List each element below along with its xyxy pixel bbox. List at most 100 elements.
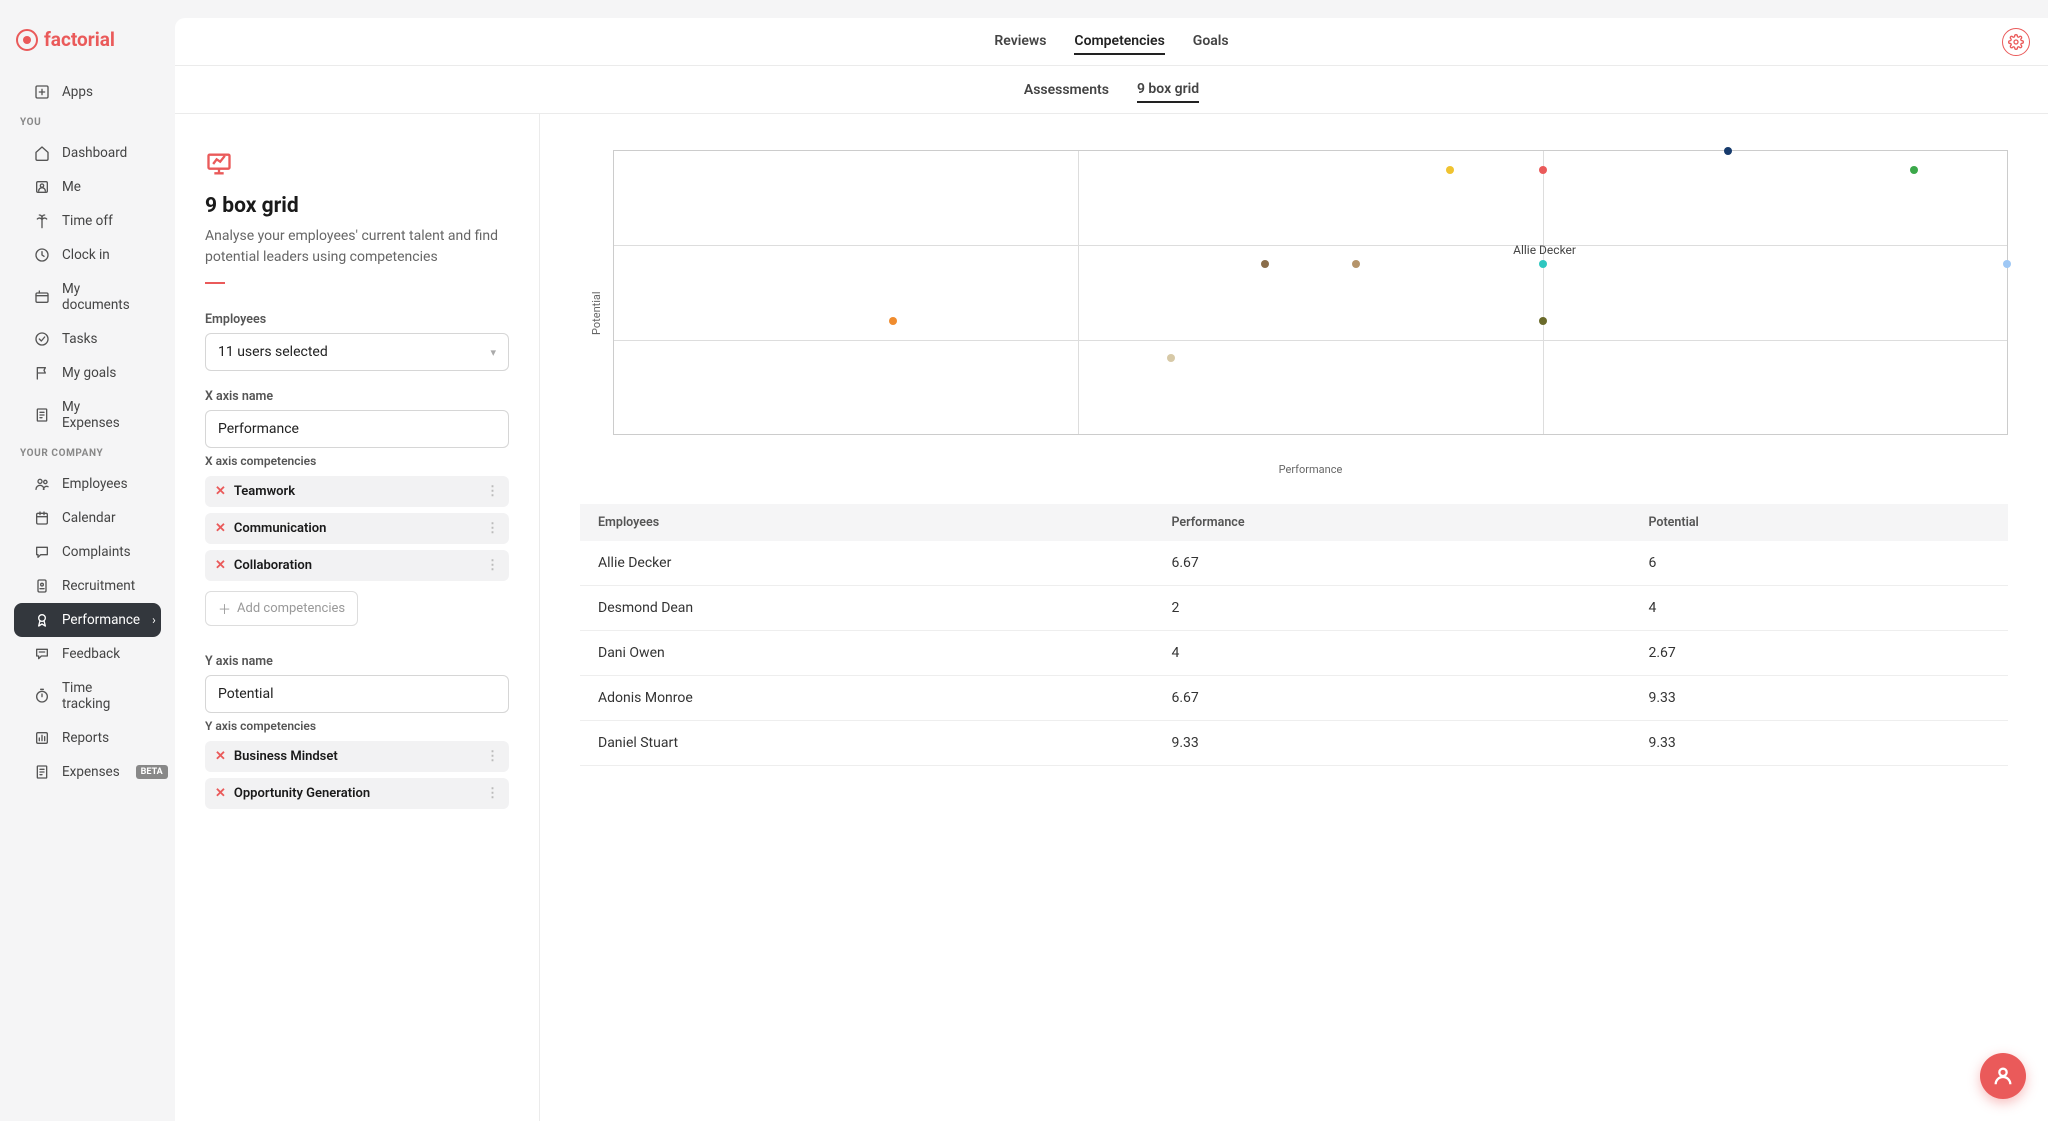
page-description: Analyse your employees' current talent a…: [205, 226, 509, 268]
brand-logo[interactable]: factorial: [0, 28, 175, 75]
chart-data-point[interactable]: [1539, 317, 1547, 325]
chart-data-point[interactable]: [1167, 354, 1175, 362]
check-icon: [34, 331, 50, 347]
y-axis-label: Potential: [580, 150, 613, 476]
drag-handle-icon[interactable]: ⋮: [486, 521, 499, 536]
add-x-competency-button[interactable]: ＋Add competencies: [205, 591, 358, 626]
top-tabs: Reviews Competencies Goals: [994, 29, 1228, 55]
badge-icon: [34, 578, 50, 594]
sidebar-item-me[interactable]: Me: [14, 170, 161, 204]
x-competency-chip: ✕Collaboration⋮: [205, 550, 509, 581]
remove-competency-icon[interactable]: ✕: [215, 484, 226, 499]
sidebar-item-time-tracking[interactable]: Time tracking: [14, 671, 161, 721]
y-competency-chip: ✕Opportunity Generation⋮: [205, 778, 509, 809]
sidebar-apps[interactable]: Apps: [14, 75, 161, 109]
chart-data-point[interactable]: [1539, 166, 1547, 174]
employees-select[interactable]: 11 users selected: [205, 333, 509, 371]
sidebar-item-clock-in[interactable]: Clock in: [14, 238, 161, 272]
chart-panel: Potential Allie Decker Performance Emplo…: [540, 114, 2048, 1121]
scatter-chart[interactable]: Allie Decker: [613, 150, 2008, 435]
sidebar: factorial Apps YOU DashboardMeTime offCl…: [0, 0, 175, 1121]
remove-competency-icon[interactable]: ✕: [215, 749, 226, 764]
sidebar-item-expenses[interactable]: ExpensesBETA: [14, 755, 161, 789]
chat-icon: [34, 544, 50, 560]
section-you-header: YOU: [0, 109, 175, 136]
chart-data-point[interactable]: [1724, 147, 1732, 155]
medal-icon: [34, 612, 50, 628]
sidebar-item-feedback[interactable]: Feedback: [14, 637, 161, 671]
report-icon: [34, 730, 50, 746]
section-company-header: YOUR COMPANY: [0, 440, 175, 467]
receipt-icon: [34, 764, 50, 780]
chart-point-label: Allie Decker: [1513, 243, 1576, 257]
top-tab-competencies[interactable]: Competencies: [1074, 29, 1164, 55]
brand-name: factorial: [44, 28, 115, 51]
x-competency-chip: ✕Teamwork⋮: [205, 476, 509, 507]
sidebar-item-complaints[interactable]: Complaints: [14, 535, 161, 569]
results-table: EmployeesPerformancePotential Allie Deck…: [580, 504, 2008, 766]
x-axis-name-input[interactable]: [205, 410, 509, 448]
apps-icon: [34, 84, 50, 100]
y-competency-chip: ✕Business Mindset⋮: [205, 741, 509, 772]
y-axis-name-label: Y axis name: [205, 654, 509, 669]
x-comp-label: X axis competencies: [205, 454, 509, 468]
person-icon: [1992, 1065, 2014, 1087]
clock-icon: [34, 247, 50, 263]
sub-tab-assessments[interactable]: Assessments: [1024, 78, 1109, 102]
sidebar-item-my-expenses[interactable]: My Expenses: [14, 390, 161, 440]
chart-data-point[interactable]: [1539, 260, 1547, 268]
folder-icon: [34, 289, 50, 305]
table-row[interactable]: Allie Decker6.676: [580, 541, 2008, 586]
top-bar: Reviews Competencies Goals: [175, 18, 2048, 66]
people-icon: [34, 476, 50, 492]
speech-icon: [34, 646, 50, 662]
table-row[interactable]: Daniel Stuart9.339.33: [580, 721, 2008, 766]
top-tab-reviews[interactable]: Reviews: [994, 29, 1046, 55]
beta-badge: BETA: [136, 765, 168, 779]
remove-competency-icon[interactable]: ✕: [215, 786, 226, 801]
drag-handle-icon[interactable]: ⋮: [486, 484, 499, 499]
sub-tab-9-box-grid[interactable]: 9 box grid: [1137, 77, 1199, 103]
y-axis-name-input[interactable]: [205, 675, 509, 713]
main-panel: Reviews Competencies Goals Assessments 9 bo…: [175, 18, 2048, 1121]
sidebar-item-recruitment[interactable]: Recruitment: [14, 569, 161, 603]
help-fab[interactable]: [1980, 1053, 2026, 1099]
remove-competency-icon[interactable]: ✕: [215, 521, 226, 536]
drag-handle-icon[interactable]: ⋮: [486, 558, 499, 573]
remove-competency-icon[interactable]: ✕: [215, 558, 226, 573]
home-icon: [34, 145, 50, 161]
sidebar-item-time-off[interactable]: Time off: [14, 204, 161, 238]
sidebar-item-reports[interactable]: Reports: [14, 721, 161, 755]
plus-icon: ＋: [218, 599, 231, 618]
sidebar-item-performance[interactable]: Performance›: [14, 603, 161, 637]
chart-data-point[interactable]: [1261, 260, 1269, 268]
employees-label: Employees: [205, 312, 509, 327]
drag-handle-icon[interactable]: ⋮: [486, 786, 499, 801]
chart-data-point[interactable]: [1446, 166, 1454, 174]
top-tab-goals[interactable]: Goals: [1193, 29, 1229, 55]
sidebar-item-employees[interactable]: Employees: [14, 467, 161, 501]
presentation-icon: [205, 150, 233, 178]
table-row[interactable]: Desmond Dean24: [580, 586, 2008, 631]
table-header: Performance: [1153, 504, 1630, 541]
accent-divider: [205, 282, 225, 284]
table-row[interactable]: Dani Owen42.67: [580, 631, 2008, 676]
gear-icon: [2008, 34, 2024, 50]
sidebar-item-my-documents[interactable]: My documents: [14, 272, 161, 322]
sidebar-item-tasks[interactable]: Tasks: [14, 322, 161, 356]
sidebar-item-my-goals[interactable]: My goals: [14, 356, 161, 390]
page-title: 9 box grid: [205, 194, 509, 218]
chart-data-point[interactable]: [1352, 260, 1360, 268]
calendar-icon: [34, 510, 50, 526]
chart-data-point[interactable]: [1910, 166, 1918, 174]
table-header: Potential: [1630, 504, 2008, 541]
user-icon: [34, 179, 50, 195]
drag-handle-icon[interactable]: ⋮: [486, 749, 499, 764]
chart-data-point[interactable]: [889, 317, 897, 325]
settings-button[interactable]: [2002, 28, 2030, 56]
chart-data-point[interactable]: [2003, 260, 2011, 268]
sidebar-item-calendar[interactable]: Calendar: [14, 501, 161, 535]
table-row[interactable]: Adonis Monroe6.679.33: [580, 676, 2008, 721]
brand-icon: [16, 29, 38, 51]
sidebar-item-dashboard[interactable]: Dashboard: [14, 136, 161, 170]
